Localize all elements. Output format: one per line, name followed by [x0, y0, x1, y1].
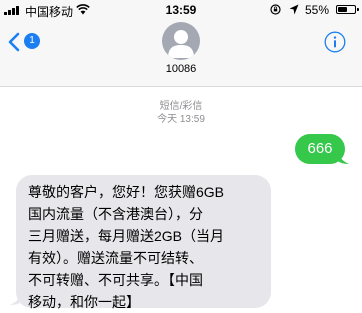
incoming-message-bubble[interactable]: 尊敬的客户，您好！您获赠6GB 国内流量（不含港澳台），分 三月赠送，每月赠送2…	[16, 175, 271, 310]
status-bar: 中国移动 13:59 55%	[0, 0, 362, 20]
chevron-left-icon	[8, 32, 20, 52]
navigation-bar: 中国移动 13:59 55% 1 10086	[0, 0, 362, 87]
outgoing-bubble-tail	[336, 148, 349, 164]
message-line: 有效）。赠送流量不可结转、	[28, 250, 203, 266]
info-button[interactable]	[324, 31, 346, 53]
orientation-lock-icon	[270, 4, 281, 15]
message-line: 三月赠送，每月赠送2GB（当月	[28, 228, 225, 244]
message-line: 不可转赠、不可共享。【中国	[28, 272, 203, 288]
person-icon	[168, 30, 194, 58]
message-line: 尊敬的客户，您好！您获赠6GB	[28, 184, 225, 200]
battery-percentage: 55%	[305, 3, 330, 17]
contact-avatar[interactable]	[162, 22, 200, 60]
message-timestamp: 今天 13:59	[157, 114, 205, 125]
contact-name[interactable]: 10086	[0, 63, 362, 75]
info-icon	[324, 31, 346, 53]
location-icon	[289, 4, 299, 15]
unread-badge: 1	[24, 33, 40, 49]
incoming-bubble-tail	[10, 289, 23, 305]
message-line: 国内流量（不含港澳台），分	[28, 206, 203, 222]
battery-icon	[336, 5, 359, 14]
back-button[interactable]: 1	[8, 30, 48, 54]
